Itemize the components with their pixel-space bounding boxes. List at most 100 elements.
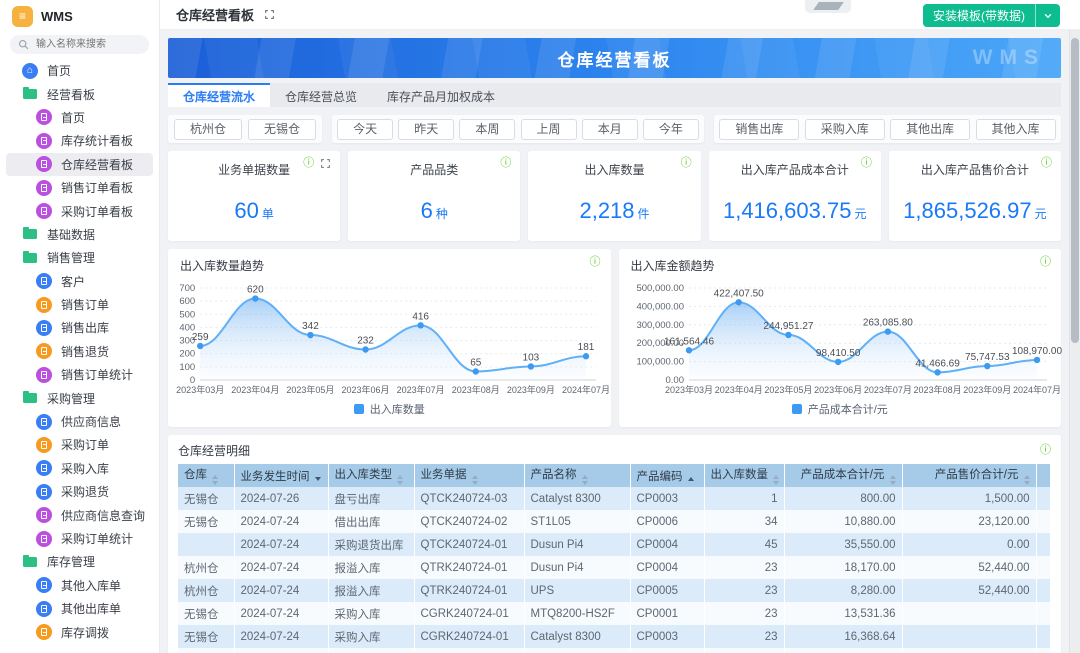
- scrollbar-thumb[interactable]: [1071, 38, 1079, 343]
- sidebar-item[interactable]: 库存管理: [6, 550, 153, 573]
- sidebar-item[interactable]: 销售订单统计: [6, 363, 153, 386]
- table-column-header[interactable]: 出入库类型: [328, 464, 415, 487]
- info-icon[interactable]: ⓘ: [500, 158, 511, 169]
- sort-icon[interactable]: [471, 475, 478, 485]
- info-icon[interactable]: ⓘ: [1040, 257, 1051, 268]
- sidebar-item[interactable]: 采购订单: [6, 433, 153, 456]
- sidebar-item[interactable]: 销售订单: [6, 293, 153, 316]
- table-cell: [902, 602, 1037, 625]
- table-row[interactable]: 无锡仓 2024-07-26 盘亏出库 QTCK240724-03 Catalyst 8…: [178, 487, 1051, 510]
- chart-legend[interactable]: 出入库数量: [174, 401, 605, 417]
- table-cell: 2024-07-26: [234, 487, 329, 510]
- search-input[interactable]: [34, 38, 141, 51]
- table-row[interactable]: 杭州仓2024-07-24销售出库XSCK240724-01UPSCP00054…: [178, 648, 1051, 653]
- table-row[interactable]: 2024-07-24 采购退货出库 QTCK240724-01 Dusun Pi4 CP…: [178, 533, 1051, 556]
- sidebar-item[interactable]: 销售退货: [6, 340, 153, 363]
- sort-icon[interactable]: [889, 475, 896, 485]
- sidebar-item-label: 销售退货: [61, 344, 110, 359]
- table-cell: Dusun Pi4: [524, 533, 631, 556]
- expand-icon[interactable]: [320, 158, 331, 169]
- sort-icon[interactable]: [581, 475, 588, 485]
- vertical-scrollbar[interactable]: [1069, 30, 1080, 653]
- sidebar-item[interactable]: 其他入库单: [6, 574, 153, 597]
- table-column-header[interactable]: 仓库: [178, 464, 235, 487]
- table-cell: 杭州仓: [178, 579, 235, 602]
- sidebar-item[interactable]: 销售管理: [6, 246, 153, 269]
- sort-icon[interactable]: [773, 475, 779, 485]
- sidebar-item[interactable]: ⌂ 首页: [6, 59, 153, 82]
- table-cell: 2024-07-24: [234, 510, 329, 533]
- sidebar-item[interactable]: 采购订单统计: [6, 527, 153, 550]
- chevron-down-icon[interactable]: [1035, 4, 1060, 27]
- sort-icon[interactable]: [212, 475, 218, 485]
- info-icon[interactable]: ⓘ: [590, 257, 601, 268]
- table-column-header[interactable]: 出入库数量: [704, 464, 785, 487]
- install-template-label[interactable]: 安装模板(带数据): [923, 4, 1035, 27]
- sidebar-item[interactable]: 采购入库: [6, 457, 153, 480]
- table-row[interactable]: 杭州仓 2024-07-24 报溢入库 QTRK240724-01 Dusun Pi4 C…: [178, 556, 1051, 579]
- doc-glyph: [41, 277, 47, 286]
- sidebar-item[interactable]: 经营看板: [6, 82, 153, 105]
- filter-button[interactable]: 无锡仓: [247, 118, 316, 140]
- install-template-button[interactable]: 安装模板(带数据): [923, 4, 1060, 27]
- filter-button[interactable]: 其他入库: [975, 118, 1056, 140]
- sort-icon[interactable]: [314, 476, 321, 481]
- info-icon[interactable]: ⓘ: [1041, 158, 1052, 169]
- filter-button[interactable]: 杭州仓: [173, 118, 242, 140]
- table-column-header[interactable]: 产品编码: [630, 464, 705, 487]
- tab[interactable]: 仓库经营流水: [168, 83, 271, 107]
- sidebar-item[interactable]: 客户: [6, 270, 153, 293]
- sidebar-item[interactable]: 采购管理: [6, 386, 153, 409]
- sidebar-item[interactable]: 首页: [6, 106, 153, 129]
- table-cell: 23: [704, 625, 785, 648]
- table-column-header[interactable]: 业务发生时间: [234, 464, 329, 487]
- sidebar-item[interactable]: 采购订单看板: [6, 199, 153, 222]
- sidebar-item[interactable]: 库存统计看板: [6, 129, 153, 152]
- filter-button[interactable]: 昨天: [398, 118, 455, 140]
- tab[interactable]: 仓库经营总览: [270, 83, 372, 107]
- info-icon[interactable]: ⓘ: [1040, 444, 1051, 456]
- sidebar-item[interactable]: 基础数据: [6, 223, 153, 246]
- doc-glyph: [41, 604, 47, 613]
- sidebar-item[interactable]: 仓库经营看板: [6, 152, 153, 176]
- table-column-header[interactable]: 业务单据: [414, 464, 525, 487]
- sidebar-item[interactable]: 库存调拨: [6, 620, 153, 643]
- table-column-header[interactable]: 产品售价合计/元: [902, 464, 1037, 487]
- filter-button[interactable]: 今年: [642, 118, 699, 140]
- fullscreen-icon[interactable]: [264, 9, 275, 20]
- filter-button[interactable]: 本周: [459, 118, 516, 140]
- info-icon[interactable]: ⓘ: [861, 158, 872, 169]
- sort-icon[interactable]: [397, 475, 403, 485]
- sidebar-search[interactable]: [10, 35, 149, 54]
- table-column-header[interactable]: 产品成本合计/元: [784, 464, 903, 487]
- table-row[interactable]: 杭州仓 2024-07-24 报溢入库 QTRK240724-01 UPS CP0005 2…: [178, 579, 1051, 602]
- chart-legend[interactable]: 产品成本合计/元: [625, 401, 1056, 417]
- sidebar-item[interactable]: 销售出库: [6, 316, 153, 339]
- table-row[interactable]: 无锡仓 2024-07-24 采购入库 CGRK240724-01 Catalyst 8…: [178, 625, 1051, 648]
- banner-watermark: WMS: [972, 46, 1045, 69]
- filter-button[interactable]: 其他出库: [890, 118, 971, 140]
- doc-glyph: [41, 160, 47, 169]
- sidebar-item[interactable]: 供应商信息: [6, 410, 153, 433]
- table-column-header[interactable]: 产品名称: [524, 464, 631, 487]
- sort-icon[interactable]: [1023, 475, 1030, 485]
- table-row[interactable]: 无锡仓 2024-07-24 借出出库 QTCK240724-02 ST1L05 CP00…: [178, 510, 1051, 533]
- sidebar-item[interactable]: 销售订单看板: [6, 176, 153, 199]
- filter-button[interactable]: 本月: [581, 118, 638, 140]
- filter-button[interactable]: 今天: [337, 118, 394, 140]
- table-row[interactable]: 无锡仓 2024-07-24 采购入库 CGRK240724-01 MTQ8200-HS…: [178, 602, 1051, 625]
- info-icon[interactable]: ⓘ: [681, 158, 692, 169]
- svg-text:422,407.50: 422,407.50: [713, 288, 763, 299]
- info-icon[interactable]: ⓘ: [303, 158, 314, 169]
- filter-button[interactable]: 上周: [520, 118, 577, 140]
- tab[interactable]: 库存产品月加权成本: [372, 83, 510, 107]
- sidebar-item[interactable]: 供应商信息查询: [6, 503, 153, 526]
- sidebar-item[interactable]: 采购退货: [6, 480, 153, 503]
- legend-swatch-icon: [353, 404, 364, 414]
- svg-text:232: 232: [357, 336, 374, 347]
- table-cell: 杭州仓: [178, 556, 235, 579]
- filter-button[interactable]: 销售出库: [719, 118, 800, 140]
- sort-icon[interactable]: [687, 476, 694, 481]
- filter-button[interactable]: 采购入库: [804, 118, 885, 140]
- sidebar-item[interactable]: 其他出库单: [6, 597, 153, 620]
